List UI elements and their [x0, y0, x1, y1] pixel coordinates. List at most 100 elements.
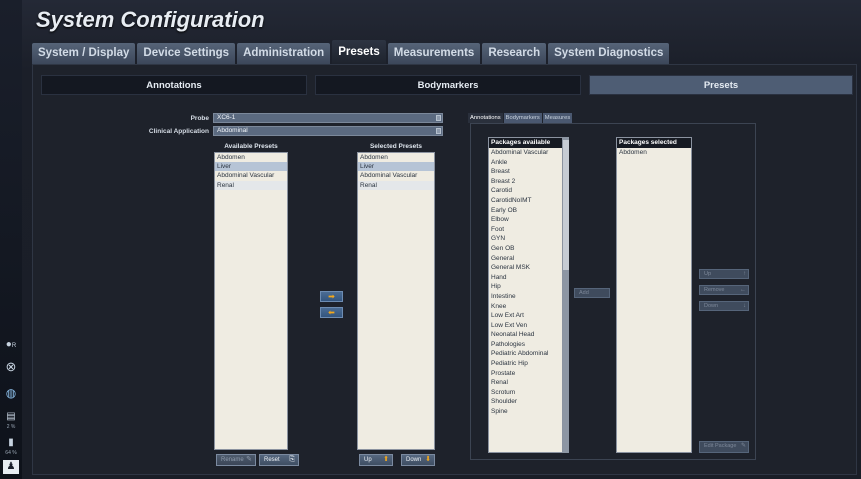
user-icon[interactable]: ♟ [3, 460, 19, 474]
tab-measurements[interactable]: Measurements [387, 43, 481, 64]
tab-system-diagnostics[interactable]: System Diagnostics [548, 43, 670, 64]
tab-device-settings[interactable]: Device Settings [137, 43, 236, 64]
move-left-button[interactable]: ⬅ [320, 307, 343, 318]
list-item[interactable]: Gen OB [489, 244, 562, 254]
edit-package-icon: ✎ [740, 443, 746, 449]
list-item[interactable]: Low Ext Art [489, 311, 562, 321]
tab-research[interactable]: Research [482, 43, 547, 64]
inner-tab-measures[interactable]: Measures [542, 113, 573, 123]
probe-label: Probe [190, 115, 209, 122]
rename-label: Rename [221, 457, 244, 463]
up-arrow-icon: ⬆ [383, 456, 389, 463]
inner-tab-annotations[interactable]: Annotations [468, 113, 503, 123]
reset-button[interactable]: Reset ⎘ [259, 454, 299, 466]
list-item[interactable]: Liver [215, 162, 287, 172]
list-item[interactable]: Spine [489, 407, 562, 417]
list-item[interactable]: Abdomen [617, 148, 691, 158]
up-button[interactable]: Up ⬆ [359, 454, 393, 466]
subtab-annotations[interactable]: Annotations [41, 75, 307, 95]
probe-dropdown-icon [436, 115, 441, 121]
down-button[interactable]: Down ⬇ [401, 454, 435, 466]
battery-text: 64 % [5, 450, 17, 456]
packages-available-list[interactable]: Packages available Abdominal Vascular Ank… [488, 137, 563, 453]
close-circle-icon[interactable]: ⊗ [3, 360, 19, 374]
list-item[interactable]: Early OB [489, 206, 562, 216]
list-item[interactable]: Knee [489, 302, 562, 312]
list-item[interactable]: General [489, 254, 562, 264]
packages-selected-header: Packages selected [617, 138, 691, 148]
list-item[interactable]: Scrotum [489, 388, 562, 398]
probe-value: XC6-1 [217, 114, 236, 121]
list-item[interactable]: General MSK [489, 263, 562, 273]
clinical-application-dropdown-icon [436, 128, 441, 134]
list-item[interactable]: Breast [489, 167, 562, 177]
edit-package-label: Edit Package [704, 443, 737, 449]
list-item[interactable]: Shoulder [489, 397, 562, 407]
list-item[interactable]: Elbow [489, 215, 562, 225]
clinical-application-value: Abdominal [217, 127, 248, 134]
sub-tabs: Annotations Bodymarkers Presets [41, 75, 853, 95]
packages-selected-list[interactable]: Packages selected Abdomen [616, 137, 692, 453]
rename-button[interactable]: Rename ✎ [216, 454, 256, 466]
list-item[interactable]: Renal [489, 378, 562, 388]
list-item[interactable]: Pediatric Hip [489, 359, 562, 369]
tab-presets[interactable]: Presets [332, 40, 386, 64]
list-item[interactable]: Hand [489, 273, 562, 283]
list-item[interactable]: Abdomen [358, 153, 434, 162]
list-item[interactable]: Renal [215, 180, 287, 190]
list-item[interactable]: Liver [358, 162, 434, 172]
list-item[interactable]: Low Ext Ven [489, 321, 562, 331]
list-item[interactable]: Pathologies [489, 340, 562, 350]
tab-administration[interactable]: Administration [237, 43, 331, 64]
list-item[interactable]: Intestine [489, 292, 562, 302]
package-down-label: Down [704, 303, 719, 309]
inner-tab-bodymarkers[interactable]: Bodymarkers [503, 113, 542, 123]
battery-icon: ▮ [8, 437, 14, 448]
add-package-button[interactable]: Add [574, 288, 610, 298]
printer-text: 2 % [6, 424, 16, 430]
package-down-button[interactable]: Down ↓ [699, 301, 749, 311]
package-up-label: Up [704, 271, 712, 277]
subtab-bodymarkers[interactable]: Bodymarkers [315, 75, 581, 95]
list-item[interactable]: Foot [489, 225, 562, 235]
remove-package-label: Remove [704, 287, 725, 293]
add-package-label: Add [579, 290, 589, 296]
up-label: Up [364, 457, 372, 463]
probe-select[interactable]: XC6-1 [213, 113, 443, 123]
list-item[interactable]: Abdominal Vascular [215, 171, 287, 180]
list-item[interactable]: Prostate [489, 369, 562, 379]
packages-available-header: Packages available [489, 138, 562, 148]
printer-icon[interactable]: ▤ [3, 410, 19, 424]
list-item[interactable]: Breast 2 [489, 177, 562, 187]
packages-scrollbar[interactable] [563, 137, 569, 453]
list-item[interactable]: Pediatric Abdominal [489, 349, 562, 359]
available-presets-list[interactable]: Abdomen Liver Abdominal Vascular Renal [214, 152, 288, 450]
packages-scroll-thumb[interactable] [563, 140, 569, 270]
move-right-button[interactable]: ➡ [320, 291, 343, 302]
main-panel: System Configuration System / Display De… [22, 0, 861, 479]
list-item[interactable]: Renal [358, 180, 434, 190]
remove-package-button[interactable]: Remove ← [699, 285, 749, 295]
globe-icon[interactable]: ◍ [3, 386, 19, 400]
arrow-right-icon: ➡ [328, 292, 335, 301]
edit-package-button[interactable]: Edit Package ✎ [699, 441, 749, 453]
pin-r-label: R [11, 343, 17, 349]
left-rail: ●R ⊗ ◍ ▤ 2 % ▮ 64 % ♟ [0, 0, 22, 479]
list-item[interactable]: Ankle [489, 158, 562, 168]
list-item[interactable]: Neonatal Head [489, 330, 562, 340]
list-item[interactable]: Hip [489, 282, 562, 292]
pin-icon[interactable]: ●R [3, 338, 19, 352]
clinical-application-select[interactable]: Abdominal [213, 126, 443, 136]
list-item[interactable]: CarotidNoIMT [489, 196, 562, 206]
list-item[interactable]: Abdomen [215, 153, 287, 162]
list-item[interactable]: Abdominal Vascular [489, 148, 562, 158]
list-item[interactable]: Abdominal Vascular [358, 171, 434, 180]
reset-icon: ⎘ [289, 456, 295, 463]
tab-system-display[interactable]: System / Display [32, 43, 136, 64]
list-item[interactable]: GYN [489, 234, 562, 244]
list-item[interactable]: Carotid [489, 186, 562, 196]
subtab-presets[interactable]: Presets [589, 75, 853, 95]
content-area: Annotations Bodymarkers Presets Probe XC… [32, 64, 857, 475]
package-up-button[interactable]: Up ↑ [699, 269, 749, 279]
selected-presets-list[interactable]: Abdomen Liver Abdominal Vascular Renal [357, 152, 435, 450]
